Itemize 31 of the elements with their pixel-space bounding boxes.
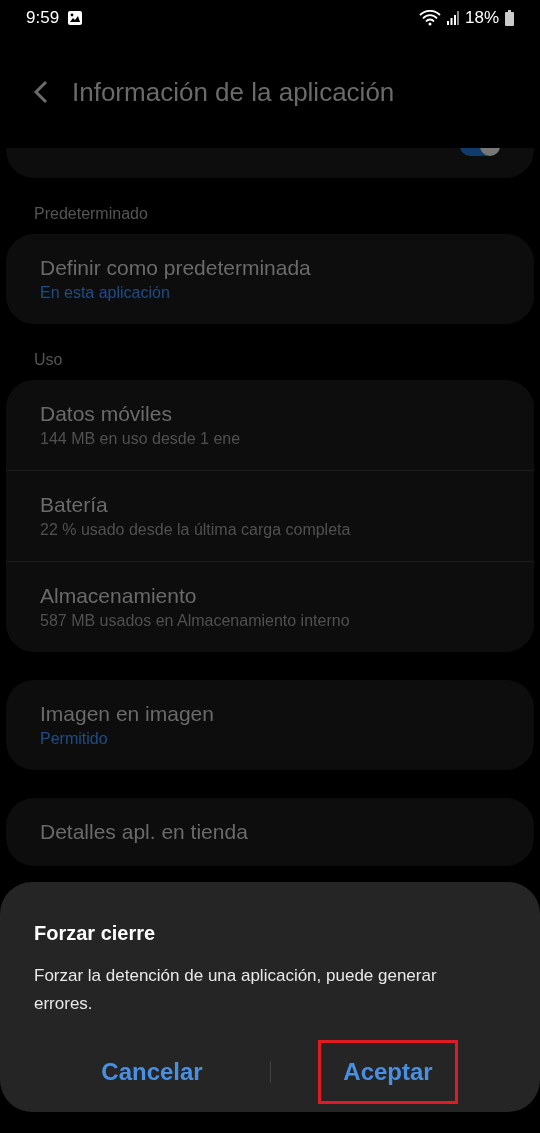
item-title: Detalles apl. en tienda — [40, 819, 249, 845]
dialog-title: Forzar cierre — [34, 921, 157, 946]
item-subtitle: 587 MB usados en Almacenamiento interno — [40, 611, 351, 631]
toggle-icon — [460, 148, 500, 158]
item-title: Batería — [40, 492, 109, 518]
settings-item[interactable]: Imagen en imagen Permitido — [6, 680, 534, 770]
page-title: Información de la aplicación — [72, 75, 395, 109]
dialog-button[interactable]: Cancelar — [76, 1040, 228, 1104]
section-label: Uso — [33, 350, 64, 370]
image-icon — [67, 10, 84, 26]
dialog-message: Forzar la detención de una aplicación, puede generar errores. — [34, 965, 438, 1015]
battery-percentage: 18% — [464, 7, 499, 30]
signal-icon — [446, 11, 459, 25]
item-title: Imagen en imagen — [40, 701, 215, 727]
item-subtitle: 144 MB en uso desde 1 ene — [40, 429, 242, 449]
item-subtitle: 22 % usado desde la última carga completa — [40, 520, 352, 540]
item-title: Almacenamiento — [40, 583, 198, 609]
wifi-icon — [418, 10, 441, 26]
item-title: Datos móviles — [40, 401, 173, 427]
settings-item[interactable]: Datos móviles 144 MB en uso desde 1 ene — [6, 380, 534, 471]
battery-icon — [505, 10, 514, 26]
settings-item[interactable]: Almacenamiento 587 MB usados en Almacenamiento interno — [6, 562, 534, 652]
settings-item[interactable]: Definir como predeterminada En esta aplicación — [6, 234, 534, 324]
item-title: Definir como predeterminada — [40, 255, 312, 281]
clock: 9:59 — [26, 7, 60, 30]
item-subtitle: Permitido — [40, 729, 109, 749]
settings-item[interactable]: Detalles apl. en tienda — [6, 798, 534, 866]
section-label: Predeterminado — [33, 204, 149, 224]
settings-item[interactable]: Batería 22 % usado desde la última carga completa — [6, 471, 534, 562]
item-subtitle: En esta aplicación — [40, 283, 171, 303]
dialog-button[interactable]: Aceptar — [318, 1040, 458, 1104]
